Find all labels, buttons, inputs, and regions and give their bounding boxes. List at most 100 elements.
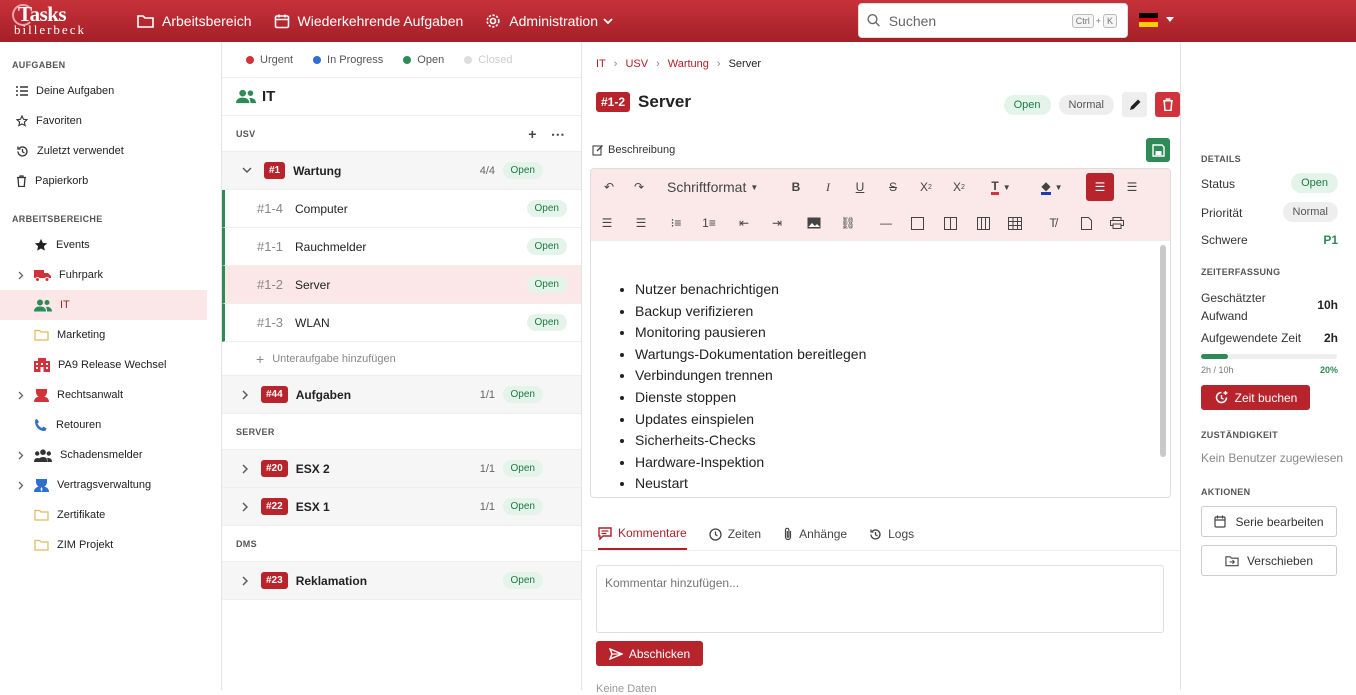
- delete-button[interactable]: [1155, 92, 1180, 117]
- italic-icon[interactable]: I: [819, 173, 837, 201]
- sidebar-item-pa9[interactable]: PA9 Release Wechsel: [0, 350, 221, 380]
- sidebar-item-vertragsverwaltung[interactable]: Vertragsverwaltung: [0, 470, 221, 500]
- sidebar-item-recent[interactable]: Zuletzt verwendet: [0, 136, 221, 166]
- save-button[interactable]: [1146, 138, 1170, 162]
- underline-icon[interactable]: U: [851, 173, 869, 201]
- editor-content[interactable]: Nutzer benachrichtigenBackup verifiziere…: [591, 241, 1170, 495]
- chevron-right-icon[interactable]: [18, 451, 24, 460]
- format-dropdown[interactable]: Schriftformat ▼: [667, 173, 758, 201]
- three-columns-icon[interactable]: [973, 209, 993, 237]
- more-menu-button[interactable]: ⋯: [551, 126, 565, 143]
- bold-icon[interactable]: B: [787, 173, 805, 201]
- tab-logs[interactable]: Logs: [869, 526, 914, 550]
- sidebar-item-fuhrpark[interactable]: Fuhrpark: [0, 260, 221, 290]
- sidebar-item-trash[interactable]: Papierkorb: [0, 166, 221, 196]
- nav-admin[interactable]: Administration: [485, 13, 621, 29]
- priority-badge[interactable]: Normal: [1282, 202, 1338, 222]
- chevron-right-icon[interactable]: [242, 464, 249, 474]
- chevron-down-icon[interactable]: [242, 167, 252, 174]
- sidebar-item-zim[interactable]: ZIM Projekt: [0, 530, 221, 560]
- horizontal-rule-icon[interactable]: —: [876, 209, 896, 237]
- breadcrumb-link[interactable]: USV: [625, 58, 648, 70]
- sidebar-item-events[interactable]: Events: [0, 230, 221, 260]
- box-icon[interactable]: [907, 209, 927, 237]
- sidebar-item-rechtsanwalt[interactable]: Rechtsanwalt: [0, 380, 221, 410]
- align-justify-icon[interactable]: ☰: [631, 209, 651, 237]
- sidebar-item-zertifikate[interactable]: Zertifikate: [0, 500, 221, 530]
- sidebar-item-retouren[interactable]: Retouren: [0, 410, 221, 440]
- severity-value[interactable]: P1: [1323, 233, 1338, 247]
- tab-comments[interactable]: Kommentare: [598, 526, 687, 550]
- align-right-icon[interactable]: ☰: [597, 209, 617, 237]
- align-center-icon[interactable]: ☰: [1122, 173, 1142, 201]
- undo-icon[interactable]: ↶: [599, 173, 619, 201]
- task-group-esx1[interactable]: #22 ESX 1 1/1 Open: [222, 488, 581, 526]
- sidebar-item-favorites[interactable]: Favoriten: [0, 106, 221, 136]
- subscript-icon[interactable]: X2: [917, 173, 935, 201]
- align-left-icon[interactable]: ☰: [1086, 173, 1114, 201]
- link-icon[interactable]: ⛓: [837, 209, 859, 237]
- document-icon[interactable]: [1076, 209, 1096, 237]
- language-dropdown-icon[interactable]: [1166, 17, 1174, 22]
- app-logo[interactable]: Tasks billerbeck: [12, 0, 137, 42]
- clear-format-icon[interactable]: T̸: [1043, 209, 1063, 237]
- breadcrumb-link[interactable]: IT: [596, 58, 606, 70]
- chevron-right-icon[interactable]: [18, 481, 24, 490]
- subtask-row[interactable]: #1-4 Computer Open: [222, 190, 581, 228]
- image-icon[interactable]: [804, 209, 824, 237]
- subtask-row[interactable]: #1-3 WLAN Open: [222, 304, 581, 342]
- highlight-color-icon[interactable]: ◆ ▼: [1037, 173, 1067, 201]
- edit-series-button[interactable]: Serie bearbeiten: [1201, 506, 1337, 537]
- editor-scrollbar[interactable]: [1160, 245, 1166, 457]
- task-group-aufgaben[interactable]: #44 Aufgaben 1/1 Open: [222, 376, 581, 414]
- chevron-right-icon[interactable]: [242, 502, 249, 512]
- print-icon[interactable]: [1107, 209, 1127, 237]
- clock-icon: [709, 527, 722, 541]
- add-task-button[interactable]: +: [528, 126, 536, 143]
- edit-button[interactable]: [1122, 92, 1147, 117]
- rich-text-editor[interactable]: ↶ ↷ Schriftformat ▼ B I U S X2 X2 T ▼ ◆ ▼ ☰…: [590, 168, 1171, 498]
- status-badge[interactable]: Open: [1291, 173, 1338, 193]
- nav-recurring[interactable]: Wiederkehrende Aufgaben: [274, 13, 463, 29]
- sidebar-item-schadensmelder[interactable]: Schadensmelder: [0, 440, 221, 470]
- send-comment-button[interactable]: Abschicken: [596, 641, 703, 666]
- priority-badge[interactable]: Normal: [1058, 94, 1114, 115]
- redo-icon[interactable]: ↷: [629, 173, 649, 201]
- chevron-right-icon[interactable]: [242, 390, 249, 400]
- chevron-right-icon[interactable]: [18, 271, 24, 280]
- indent-icon[interactable]: ⇥: [767, 209, 787, 237]
- search-input[interactable]: [888, 12, 1070, 29]
- search-box[interactable]: Ctrl+K: [858, 3, 1128, 38]
- language-flag[interactable]: [1139, 13, 1158, 27]
- outdent-icon[interactable]: ⇤: [734, 209, 754, 237]
- task-group-wartung[interactable]: #1 Wartung 4/4 Open: [222, 152, 581, 190]
- tab-attachments[interactable]: Anhänge: [783, 526, 847, 550]
- book-time-button[interactable]: Zeit buchen: [1201, 385, 1310, 410]
- task-group-reklamation[interactable]: #23 Reklamation Open: [222, 562, 581, 600]
- text-color-icon[interactable]: T ▼: [986, 173, 1016, 201]
- table-icon[interactable]: [1005, 209, 1025, 237]
- comment-input[interactable]: [596, 565, 1164, 633]
- move-button[interactable]: Verschieben: [1201, 545, 1337, 576]
- task-group-esx2[interactable]: #20 ESX 2 1/1 Open: [222, 450, 581, 488]
- add-subtask-button[interactable]: + Unteraufgabe hinzufügen: [222, 342, 581, 376]
- numbered-list-icon[interactable]: 1≡: [699, 209, 719, 237]
- assignee-value[interactable]: Kein Benutzer zugewiesen: [1201, 451, 1343, 465]
- two-columns-icon[interactable]: [940, 209, 960, 237]
- status-badge[interactable]: Open: [1003, 94, 1051, 115]
- bullet-list-icon[interactable]: ⁝≡: [666, 209, 686, 237]
- breadcrumb-link[interactable]: Wartung: [668, 58, 709, 70]
- subtask-row-selected[interactable]: #1-2 Server Open: [222, 266, 581, 304]
- status-badge: Open: [502, 460, 543, 477]
- sidebar-item-my-tasks[interactable]: Deine Aufgaben: [0, 76, 221, 106]
- strikethrough-icon[interactable]: S: [884, 173, 902, 201]
- subtask-row[interactable]: #1-1 Rauchmelder Open: [222, 228, 581, 266]
- superscript-icon[interactable]: X2: [950, 173, 968, 201]
- add-subtask-label: Unteraufgabe hinzufügen: [272, 352, 396, 365]
- chevron-right-icon[interactable]: [18, 391, 24, 400]
- nav-workspace[interactable]: Arbeitsbereich: [137, 13, 252, 29]
- chevron-right-icon[interactable]: [242, 576, 249, 586]
- sidebar-item-marketing[interactable]: Marketing: [0, 320, 221, 350]
- sidebar-item-it[interactable]: IT: [0, 290, 207, 320]
- tab-times[interactable]: Zeiten: [709, 526, 761, 550]
